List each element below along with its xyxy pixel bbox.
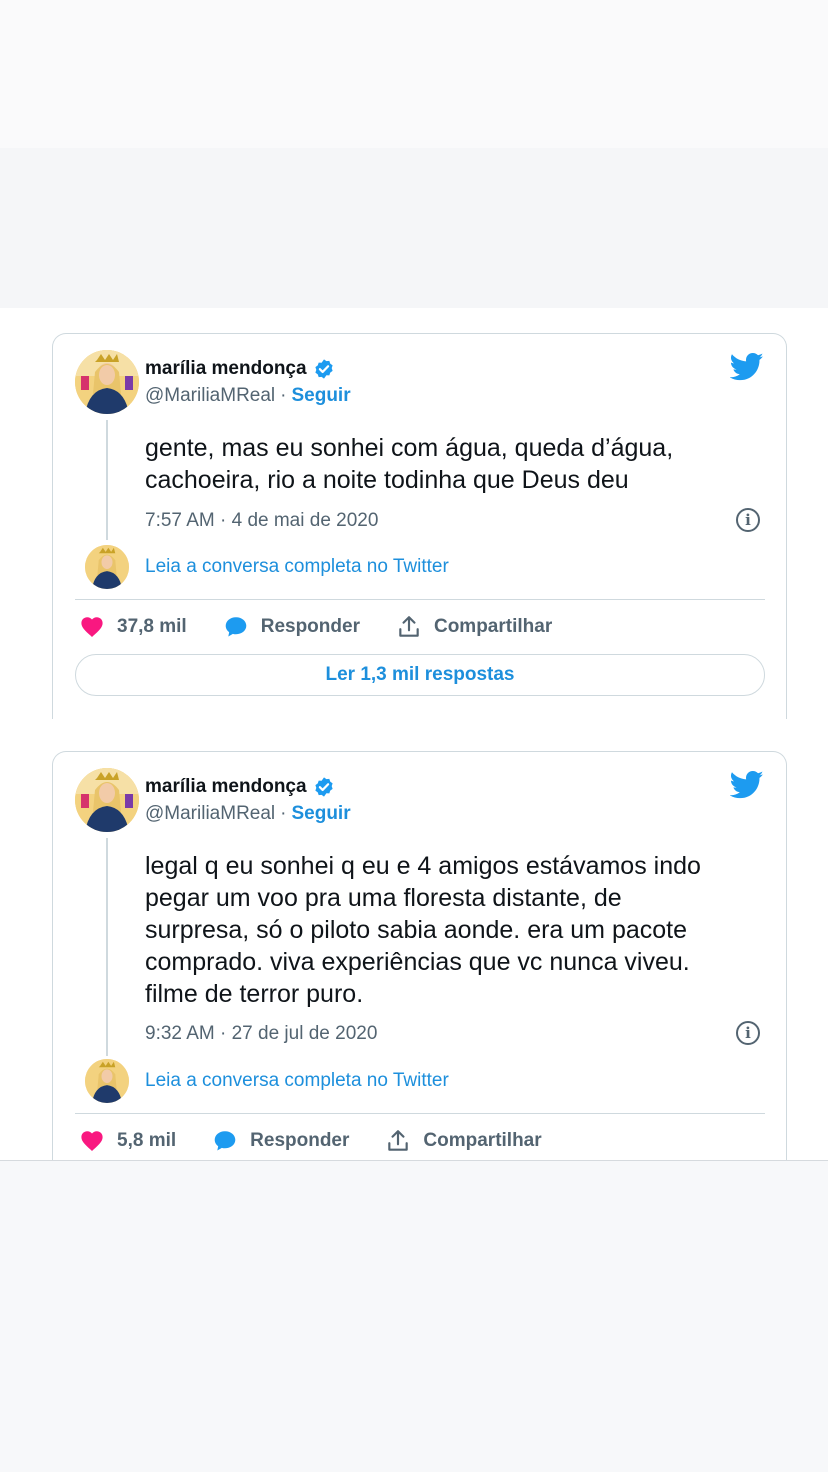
verified-badge-icon [313, 776, 335, 798]
tweet-card[interactable]: marília mendonça @MariliaMReal · Seguir … [52, 751, 787, 1161]
read-conversation-link[interactable]: Leia a conversa completa no Twitter [145, 1070, 449, 1092]
thread-line [106, 838, 108, 1056]
heart-icon [81, 617, 103, 637]
like-button[interactable]: 5,8 mil [79, 1128, 176, 1154]
separator-dot: · [280, 385, 287, 406]
heart-icon [81, 1131, 103, 1151]
author-block: marília mendonça @MariliaMReal · Seguir [145, 358, 351, 407]
tweet-actions: 37,8 mil Responder Compartilhar [79, 614, 588, 640]
read-conversation-row[interactable]: Leia a conversa completa no Twitter [85, 545, 449, 589]
tweet-actions: 5,8 mil Responder Compartilhar [79, 1128, 578, 1154]
tweet-timestamp[interactable]: 9:32 AM · 27 de jul de 2020 [145, 1023, 377, 1045]
divider [75, 1113, 765, 1114]
separator-dot: · [280, 803, 287, 824]
avatar[interactable] [75, 768, 139, 832]
tweet-text: gente, mas eu sonhei com água, queda d’á… [145, 434, 674, 494]
divider [75, 599, 765, 600]
speech-bubble-icon [214, 1131, 236, 1151]
info-icon[interactable]: i [736, 1021, 760, 1045]
author-name[interactable]: marília mendonça [145, 358, 307, 380]
author-name[interactable]: marília mendonça [145, 776, 307, 798]
reply-button[interactable]: Responder [223, 614, 360, 640]
avatar[interactable] [75, 350, 139, 414]
empty-area-bottom [0, 1160, 828, 1472]
reply-label: Responder [250, 1130, 350, 1151]
author-handle[interactable]: @MariliaMReal [145, 385, 275, 407]
thread-line [106, 420, 108, 540]
status-area-spacer [0, 148, 828, 308]
reply-label: Responder [260, 616, 360, 637]
read-conversation-row[interactable]: Leia a conversa completa no Twitter [85, 1059, 449, 1103]
like-count: 5,8 mil [117, 1130, 177, 1151]
info-icon[interactable]: i [736, 508, 760, 532]
reply-button[interactable]: Responder [212, 1128, 349, 1154]
speech-bubble-icon [225, 617, 247, 637]
share-label: Compartilhar [423, 1130, 542, 1151]
author-handle[interactable]: @MariliaMReal [145, 803, 275, 825]
author-block: marília mendonça @MariliaMReal · Seguir [145, 776, 351, 825]
like-count: 37,8 mil [117, 616, 187, 637]
read-replies-button[interactable]: Ler 1,3 mil respostas [75, 654, 765, 696]
like-button[interactable]: 37,8 mil [79, 614, 187, 640]
tweet-text: legal q eu sonhei q eu e 4 amigos estáva… [145, 852, 701, 1008]
read-conversation-link[interactable]: Leia a conversa completa no Twitter [145, 556, 449, 578]
status-area-top [0, 0, 828, 148]
share-button[interactable]: Compartilhar [396, 614, 552, 640]
follow-button[interactable]: Seguir [291, 803, 350, 825]
tweet-card[interactable]: marília mendonça @MariliaMReal · Seguir … [52, 333, 787, 719]
avatar [85, 545, 129, 589]
verified-badge-icon [313, 358, 335, 380]
share-button[interactable]: Compartilhar [385, 1128, 542, 1154]
tweet-timestamp[interactable]: 7:57 AM · 4 de mai de 2020 [145, 510, 378, 532]
twitter-bird-icon[interactable] [729, 770, 764, 800]
share-upload-icon [399, 616, 419, 637]
share-upload-icon [388, 1130, 409, 1151]
avatar [85, 1059, 129, 1103]
follow-button[interactable]: Seguir [291, 385, 350, 407]
share-label: Compartilhar [433, 616, 553, 637]
twitter-bird-icon[interactable] [729, 352, 764, 382]
